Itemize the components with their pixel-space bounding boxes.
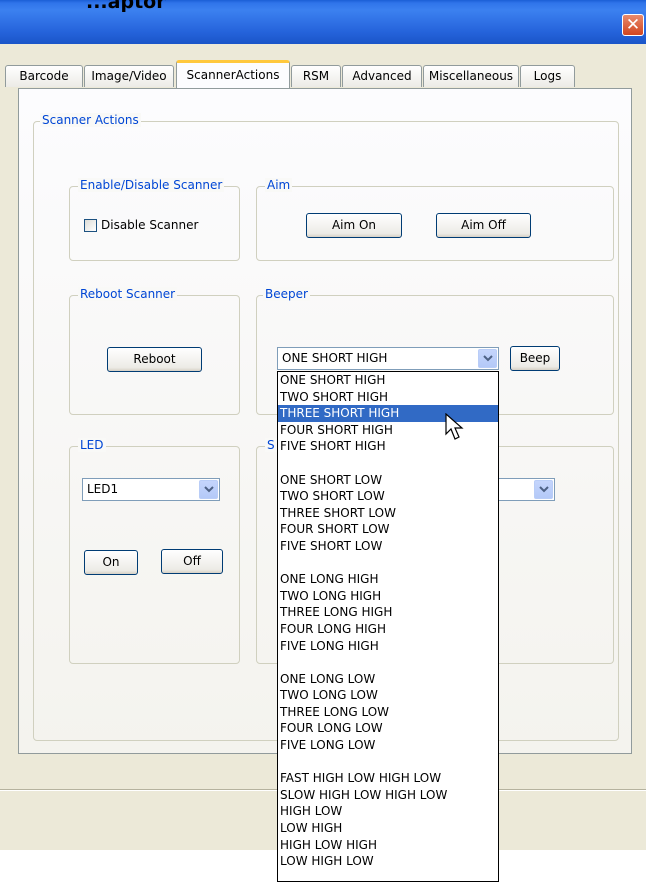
dropdown-option[interactable]: TWO LONG LOW: [278, 687, 498, 704]
dropdown-option[interactable]: ONE LONG LOW: [278, 671, 498, 688]
dropdown-option[interactable]: ONE SHORT LOW: [278, 472, 498, 489]
chevron-down-icon[interactable]: [478, 349, 497, 368]
reboot-button[interactable]: Reboot: [107, 347, 202, 372]
dropdown-option[interactable]: FOUR LONG HIGH: [278, 621, 498, 638]
tab-advanced[interactable]: Advanced: [342, 65, 422, 87]
disable-scanner-checkbox[interactable]: [84, 219, 97, 232]
list-separator: [278, 754, 498, 771]
dropdown-option[interactable]: SLOW HIGH LOW HIGH LOW: [278, 787, 498, 804]
group-legend: S: [265, 438, 277, 452]
tab-logs[interactable]: Logs: [520, 65, 575, 87]
checkbox-label: Disable Scanner: [101, 218, 199, 232]
dropdown-option[interactable]: HIGH LOW HIGH: [278, 837, 498, 854]
dropdown-option[interactable]: HIGH LOW: [278, 803, 498, 820]
tab-scanner-actions[interactable]: ScannerActions: [176, 60, 290, 89]
group-legend: Enable/Disable Scanner: [78, 178, 225, 192]
tab-miscellaneous[interactable]: Miscellaneous: [423, 65, 519, 87]
dropdown-option[interactable]: FOUR SHORT HIGH: [278, 422, 498, 439]
dropdown-option[interactable]: LOW HIGH: [278, 820, 498, 837]
dropdown-option[interactable]: THREE SHORT LOW: [278, 505, 498, 522]
led-select[interactable]: LED1: [82, 478, 220, 501]
title-bar: ...aptor ✕: [0, 0, 646, 44]
dropdown-option[interactable]: FOUR SHORT LOW: [278, 521, 498, 538]
led-off-button[interactable]: Off: [161, 549, 223, 574]
dropdown-option[interactable]: ONE LONG HIGH: [278, 571, 498, 588]
close-icon: ✕: [625, 15, 641, 35]
beeper-dropdown-list: ONE SHORT HIGH TWO SHORT HIGH THREE SHORT …: [277, 371, 499, 882]
group-legend: Scanner Actions: [40, 113, 141, 127]
mouse-pointer-icon: [445, 413, 464, 440]
group-legend: LED: [78, 438, 106, 452]
group-legend: Beeper: [263, 287, 310, 301]
tab-barcode[interactable]: Barcode: [5, 65, 83, 87]
led-on-button[interactable]: On: [84, 550, 138, 575]
beeper-select[interactable]: ONE SHORT HIGH: [277, 347, 499, 370]
group-legend: Aim: [265, 178, 293, 192]
dropdown-option[interactable]: THREE LONG LOW: [278, 704, 498, 721]
dropdown-option[interactable]: THREE LONG HIGH: [278, 604, 498, 621]
led-select-value: LED1: [87, 482, 119, 496]
list-separator: [278, 654, 498, 671]
dropdown-option[interactable]: TWO SHORT LOW: [278, 488, 498, 505]
window-title: ...aptor: [86, 0, 166, 13]
chevron-down-icon[interactable]: [199, 480, 218, 499]
dropdown-option[interactable]: FOUR LONG LOW: [278, 720, 498, 737]
dropdown-option[interactable]: FAST HIGH LOW HIGH LOW: [278, 770, 498, 787]
dropdown-option[interactable]: TWO LONG HIGH: [278, 588, 498, 605]
dropdown-option[interactable]: FIVE SHORT HIGH: [278, 438, 498, 455]
dropdown-option[interactable]: FIVE SHORT LOW: [278, 538, 498, 555]
beep-button[interactable]: Beep: [510, 346, 560, 371]
aim-off-button[interactable]: Aim Off: [436, 213, 531, 238]
dropdown-option[interactable]: LOW HIGH LOW: [278, 853, 498, 870]
tab-image-video[interactable]: Image/Video: [84, 65, 174, 87]
dropdown-option[interactable]: FIVE LONG HIGH: [278, 638, 498, 655]
dropdown-option[interactable]: FIVE LONG LOW: [278, 737, 498, 754]
list-separator: [278, 555, 498, 572]
chevron-down-icon[interactable]: [534, 480, 553, 499]
aim-on-button[interactable]: Aim On: [306, 213, 402, 238]
dropdown-option[interactable]: TWO SHORT HIGH: [278, 389, 498, 406]
dropdown-option[interactable]: ONE SHORT HIGH: [278, 372, 498, 389]
close-button[interactable]: ✕: [622, 14, 644, 36]
list-separator: [278, 455, 498, 472]
group-legend: Reboot Scanner: [78, 287, 178, 301]
dropdown-option[interactable]: THREE SHORT HIGH: [278, 405, 498, 422]
tab-rsm[interactable]: RSM: [291, 65, 341, 87]
beeper-select-value: ONE SHORT HIGH: [282, 351, 388, 365]
hidden-select[interactable]: [490, 478, 555, 501]
